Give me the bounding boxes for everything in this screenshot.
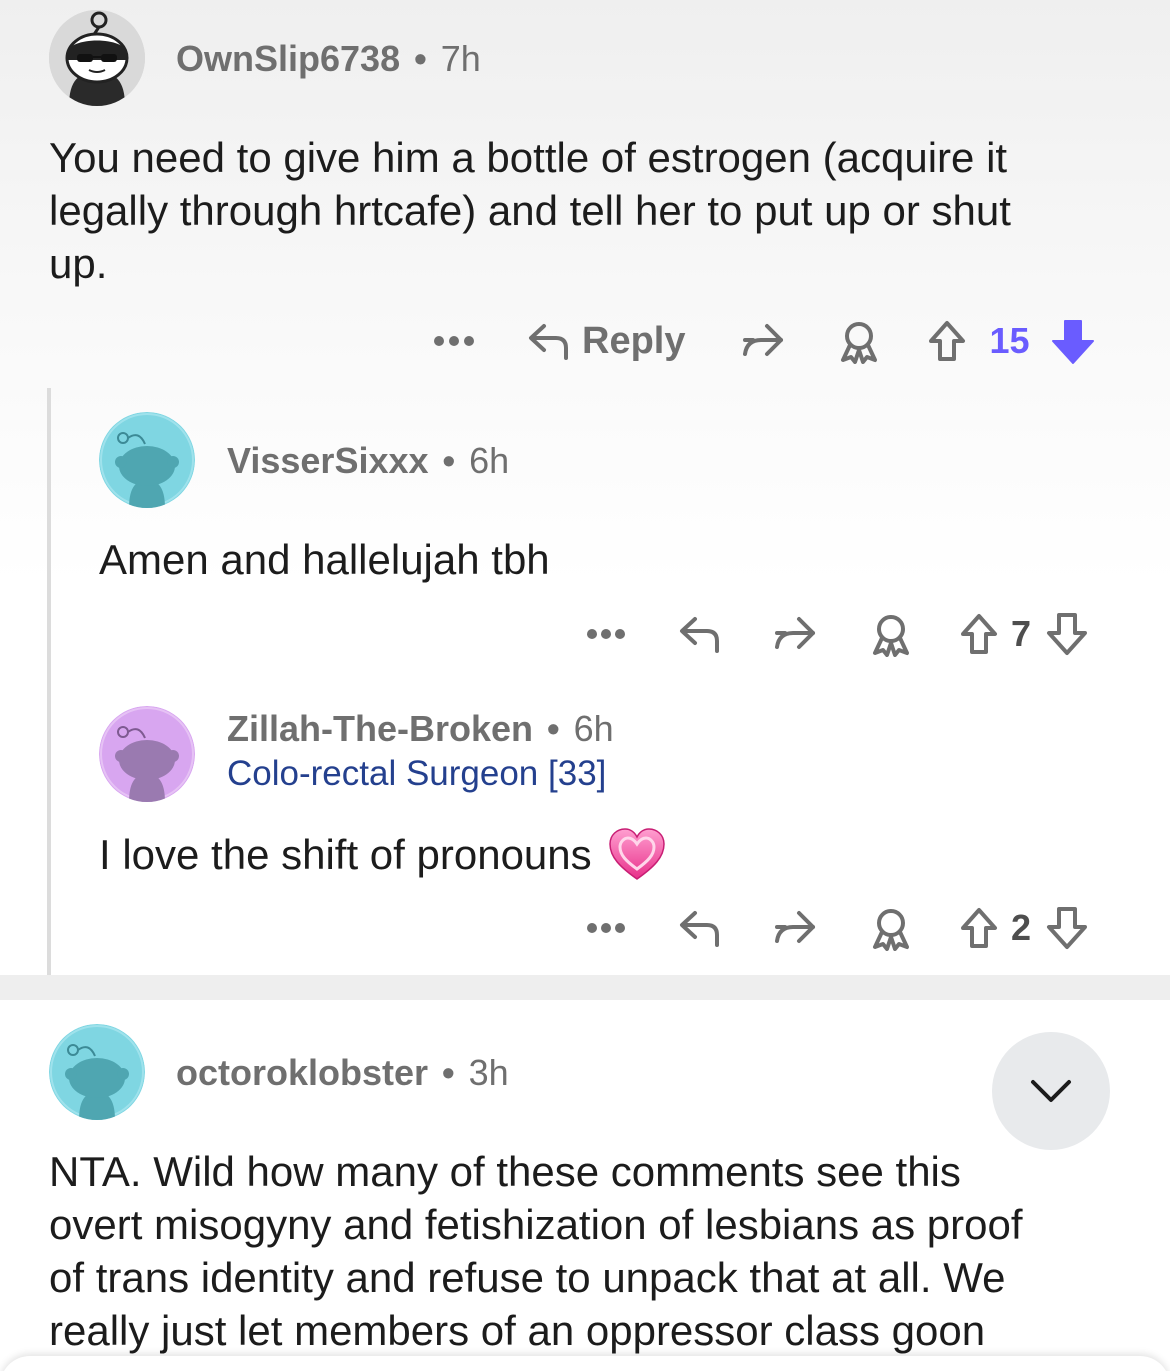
- downvote-button[interactable]: [1045, 611, 1089, 657]
- separator-dot: •: [547, 708, 560, 749]
- timestamp: 7h: [440, 38, 481, 79]
- comment-actions: 2: [583, 902, 1089, 954]
- reply-arrow-icon: [529, 324, 568, 360]
- comment-body: NTA. Wild how many of these comments see…: [49, 1145, 1023, 1357]
- avatar[interactable]: [99, 412, 195, 508]
- separator-dot: •: [442, 440, 456, 481]
- username[interactable]: VisserSixxx: [227, 440, 429, 482]
- comment-meta: octoroklobster • 3h: [176, 1052, 509, 1094]
- reply-label: Reply: [582, 319, 686, 362]
- downvote-button[interactable]: [1045, 905, 1089, 951]
- timestamp: 3h: [468, 1052, 509, 1093]
- reply-button[interactable]: Reply: [526, 320, 685, 363]
- share-icon[interactable]: [771, 611, 821, 657]
- separator-dot: •: [442, 1052, 455, 1093]
- heart-emoji: [608, 827, 666, 881]
- vote-count: 7: [1011, 613, 1032, 654]
- award-icon[interactable]: [837, 318, 881, 364]
- comment-actions: Reply 15: [428, 315, 1096, 367]
- downvote-arrow-icon: [1051, 320, 1094, 364]
- thread-line[interactable]: [47, 388, 51, 975]
- comment-body: You need to give him a bottle of estroge…: [49, 131, 1011, 290]
- comment-actions: 7: [583, 608, 1089, 660]
- award-icon[interactable]: [869, 905, 913, 951]
- reply-arrow-icon: [680, 617, 719, 653]
- comment-body: Amen and hallelujah tbh: [99, 533, 550, 586]
- comment-meta: Zillah-The-Broken • 6h: [227, 708, 614, 750]
- comment-line: Amen and hallelujah tbh: [99, 536, 550, 583]
- upvote-arrow-icon: [961, 614, 997, 654]
- award-icon[interactable]: [869, 611, 913, 657]
- downvote-button[interactable]: [1050, 317, 1096, 365]
- comment-meta: VisserSixxx • 6h: [227, 440, 509, 482]
- downvote-arrow-icon: [1047, 907, 1088, 949]
- username[interactable]: OwnSlip6738: [176, 38, 400, 80]
- downvote-arrow-icon: [1047, 613, 1088, 655]
- comment-line: I love the shift of pronouns: [99, 830, 592, 878]
- avatar[interactable]: [49, 1024, 145, 1120]
- timestamp: 6h: [469, 440, 510, 481]
- upvote-button[interactable]: [959, 906, 999, 950]
- bottom-sheet-edge: [0, 1356, 1170, 1371]
- comment-meta: OwnSlip6738 • 7h: [176, 38, 481, 80]
- comment-body: I love the shift of pronouns: [99, 827, 666, 881]
- vote-count: 2: [1011, 907, 1032, 948]
- upvote-button[interactable]: [927, 319, 967, 363]
- chevron-down-icon: [1031, 1080, 1071, 1102]
- comment-line: legally through hrtcafe) and tell her to…: [49, 187, 1011, 234]
- separator-dot: •: [414, 38, 427, 79]
- reply-arrow-icon: [680, 911, 719, 947]
- reply-button[interactable]: [677, 907, 723, 949]
- comment-line: You need to give him a bottle of estroge…: [49, 134, 1008, 181]
- vote-count: 15: [989, 320, 1030, 361]
- comment-line: of trans identity and refuse to unpack t…: [49, 1254, 1006, 1301]
- share-icon[interactable]: [739, 318, 789, 364]
- upvote-button[interactable]: [959, 612, 999, 656]
- avatar[interactable]: [49, 10, 145, 106]
- more-options-icon[interactable]: [583, 922, 629, 934]
- comment-line: really just let members of an oppressor …: [49, 1307, 986, 1354]
- collapse-button[interactable]: [992, 1032, 1110, 1150]
- username[interactable]: octoroklobster: [176, 1052, 428, 1094]
- upvote-arrow-icon: [961, 908, 997, 948]
- share-icon[interactable]: [771, 905, 821, 951]
- section-divider: [0, 975, 1170, 1000]
- reply-button[interactable]: [677, 613, 723, 655]
- avatar[interactable]: [99, 706, 195, 802]
- more-options-icon[interactable]: [583, 628, 629, 640]
- comment-line: overt misogyny and fetishization of lesb…: [49, 1201, 1023, 1248]
- timestamp: 6h: [573, 708, 614, 749]
- upvote-arrow-icon: [929, 321, 966, 361]
- user-flair: Colo-rectal Surgeon [33]: [227, 754, 607, 793]
- comment-line: NTA. Wild how many of these comments see…: [49, 1148, 961, 1195]
- username[interactable]: Zillah-The-Broken: [227, 708, 533, 750]
- comment-line: up.: [49, 240, 108, 287]
- more-options-icon[interactable]: [428, 335, 480, 347]
